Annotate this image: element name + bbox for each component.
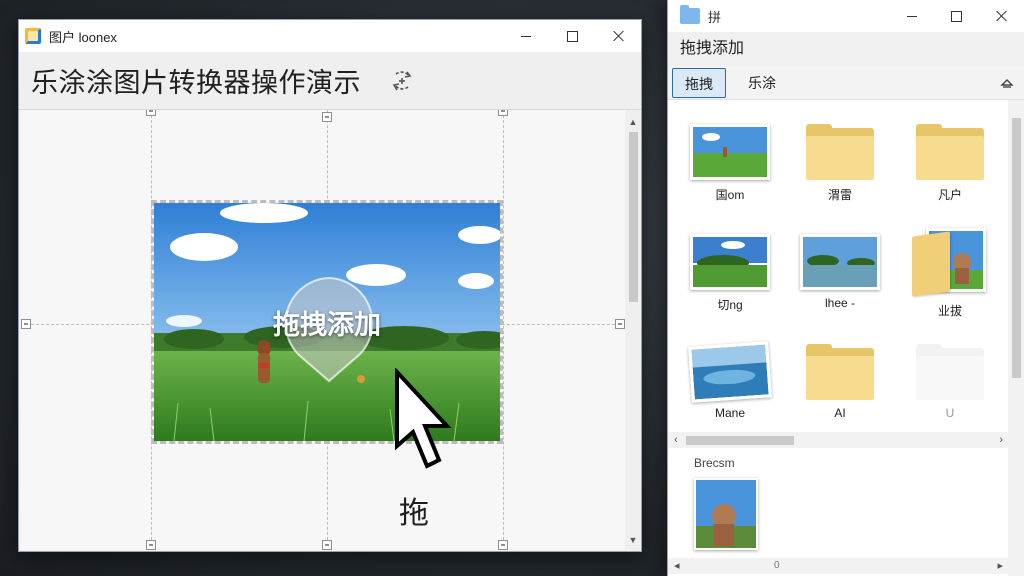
vertical-scrollbar[interactable] <box>1008 100 1024 576</box>
file-tile[interactable]: 国om <box>680 124 780 203</box>
app-icon <box>25 28 41 44</box>
file-tile[interactable]: Mane <box>680 341 780 420</box>
bottom-horizontal-scrollbar[interactable]: ◂ 0 ▸ <box>668 558 1009 574</box>
file-name: AI <box>834 406 846 420</box>
folder-icon <box>916 124 984 180</box>
horizontal-scrollbar[interactable]: ‹ › <box>668 432 1009 448</box>
close-button[interactable] <box>595 20 641 52</box>
file-name: lhee - <box>824 296 856 310</box>
scrollbar-thumb[interactable] <box>629 132 638 302</box>
folder-icon <box>806 124 874 180</box>
guide-line <box>503 110 504 550</box>
resize-handle[interactable] <box>322 540 332 550</box>
cursor-icon <box>395 368 452 469</box>
title-bar[interactable]: 图户 loonex <box>19 20 641 52</box>
file-tile[interactable]: 凡户 <box>900 124 1000 203</box>
resize-handle[interactable] <box>146 110 156 116</box>
maximize-icon <box>566 30 578 42</box>
resize-handle[interactable] <box>615 319 625 329</box>
file-name: 业拔 <box>937 304 962 318</box>
close-icon <box>996 10 1008 22</box>
explorer-window-controls <box>889 0 1024 32</box>
scrollbar-thumb[interactable] <box>1012 118 1021 378</box>
scroll-down-icon[interactable]: ▼ <box>625 532 641 548</box>
file-name: Mane <box>714 406 746 420</box>
file-name: U <box>945 406 955 420</box>
minimize-button[interactable] <box>503 20 549 52</box>
scroll-right-icon[interactable]: ▸ <box>997 558 1003 574</box>
scroll-left-icon[interactable]: ‹ <box>674 432 678 448</box>
explorer-title-bar[interactable]: 拼 <box>668 0 1024 32</box>
resize-handle[interactable] <box>498 540 508 550</box>
image-thumbnail[interactable] <box>694 478 758 550</box>
file-tile[interactable]: 切ng <box>680 234 780 313</box>
scrollbar-thumb[interactable] <box>686 436 794 445</box>
app-header: 乐涂涂图片转换器操作演示 <box>19 52 641 110</box>
rotate-icon[interactable] <box>387 66 417 96</box>
file-name: 凡户 <box>937 188 962 202</box>
converter-window: 图户 loonex 乐涂涂图片转换器操作演示 拖拽添加 拖 ▲ ▼ <box>18 19 642 552</box>
image-thumbnail <box>690 124 770 180</box>
file-tile[interactable]: lhee - <box>790 234 890 310</box>
image-thumbnail <box>800 234 880 290</box>
resize-handle[interactable] <box>498 110 508 116</box>
file-name: 渭雷 <box>827 188 852 202</box>
explorer-title: 拼 <box>708 9 722 25</box>
tab-drag[interactable]: 拖拽 <box>672 68 726 98</box>
maximize-button[interactable] <box>549 20 595 52</box>
folder-photo-icon <box>912 226 988 297</box>
close-button[interactable] <box>979 0 1024 32</box>
folder-icon <box>806 344 874 400</box>
maximize-icon <box>951 10 962 22</box>
window-title: 图户 loonex <box>49 29 117 45</box>
file-tile[interactable]: AI <box>790 344 890 420</box>
file-grid: 国om 渭雷 凡户 切ng lhee - 业拔 Mane AI U <box>668 100 1009 430</box>
resize-handle[interactable] <box>146 540 156 550</box>
minimize-icon <box>521 35 531 37</box>
drop-label: 拖拽添加 <box>273 310 381 341</box>
scroll-up-icon[interactable]: ▲ <box>625 114 641 130</box>
resize-handle[interactable] <box>21 319 31 329</box>
file-name: 切ng <box>717 298 743 312</box>
drag-hint-text: 拖 <box>399 496 429 531</box>
scroll-left-icon[interactable]: ◂ <box>674 558 680 574</box>
file-explorer-window: 拼 拖拽添加 拖拽 乐涂 国om 渭雷 凡户 切ng lhee - 业拔 Man… <box>667 0 1024 576</box>
vertical-scrollbar[interactable]: ▲ ▼ <box>625 110 641 550</box>
file-name: 国om <box>715 188 745 202</box>
explorer-tabs: 拖拽 乐涂 <box>668 66 1024 100</box>
minimize-button[interactable] <box>889 0 934 32</box>
resize-handle[interactable] <box>322 112 332 122</box>
close-icon <box>612 30 624 42</box>
minimize-icon <box>906 15 917 17</box>
file-tile[interactable]: 渭雷 <box>790 124 890 203</box>
image-thumbnail <box>690 234 770 290</box>
scroll-right-icon[interactable]: › <box>999 432 1003 448</box>
image-thumbnail <box>688 341 772 403</box>
drop-canvas[interactable]: 拖拽添加 拖 <box>21 110 625 550</box>
tab-letutu[interactable]: 乐涂 <box>736 68 788 98</box>
section-label: Brecsm <box>694 456 735 470</box>
file-tile[interactable]: 业拔 <box>900 226 1000 319</box>
maximize-button[interactable] <box>934 0 979 32</box>
collapse-icon[interactable] <box>1000 76 1014 90</box>
folder-icon <box>916 344 984 400</box>
file-tile[interactable]: U <box>900 344 1000 420</box>
page-title: 乐涂涂图片转换器操作演示 <box>31 68 361 98</box>
scroll-position-label: 0 <box>774 560 780 571</box>
explorer-header: 拖拽添加 <box>668 32 1024 66</box>
window-controls <box>503 20 641 52</box>
folder-icon <box>680 5 700 24</box>
